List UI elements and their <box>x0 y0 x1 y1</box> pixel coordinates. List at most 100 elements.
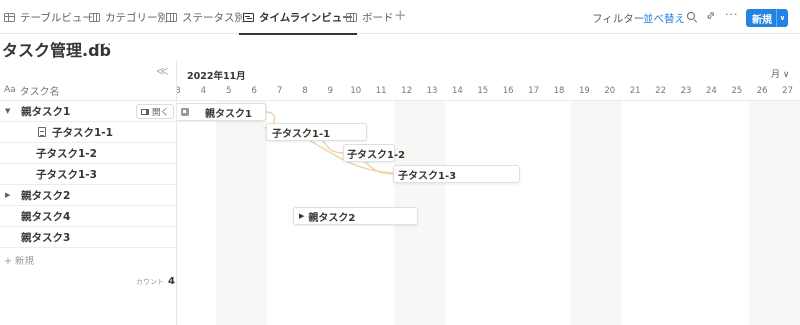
more-options-button[interactable]: ··· <box>725 8 739 21</box>
add-new-row-button[interactable]: + 新規 <box>4 253 34 267</box>
table-row[interactable]: 子タスク1-1 <box>0 122 176 143</box>
open-page-button[interactable]: 開く <box>136 104 174 119</box>
board-icon <box>346 12 357 22</box>
row-title: 子タスク1-2 <box>36 147 97 160</box>
toggle-open-icon[interactable]: ▼ <box>5 107 10 115</box>
view-tab-bar: テーブルビュー カテゴリー別 ステータス別 タイムラインビュー ボード + フィ… <box>0 0 800 35</box>
board-icon <box>166 12 177 22</box>
open-label: 開く <box>152 107 170 118</box>
page-icon <box>181 108 189 116</box>
tab-status[interactable]: ステータス別 <box>166 0 245 34</box>
tab-label: タイムラインビュー <box>259 11 353 24</box>
bar-label: 子タスク1-2 <box>347 149 406 161</box>
open-panel-icon <box>141 108 149 115</box>
new-button-label: 新規 <box>752 14 772 26</box>
day-label: 10 <box>350 86 362 96</box>
task-table: Aa タスク名 ▼ 親タスク1 開く 子タスク1-1 子タスク1-2 子タスク1… <box>0 60 177 325</box>
row-title: 子タスク1-3 <box>36 168 97 181</box>
filter-button[interactable]: フィルター <box>592 11 644 26</box>
table-icon <box>4 12 15 22</box>
sort-button[interactable]: 並べ替え <box>643 11 685 26</box>
day-label: 23 <box>680 86 692 96</box>
day-label: 19 <box>578 86 590 96</box>
day-label: 4 <box>200 86 207 96</box>
tab-label: ステータス別 <box>182 11 245 24</box>
timeline-bar-parent-task-2[interactable]: ▶ 親タスク2 <box>293 207 418 225</box>
timeline-bar-child-task-1-2[interactable]: 子タスク1-2 <box>343 144 405 162</box>
day-label: 6 <box>251 86 257 96</box>
day-label: 25 <box>731 86 743 96</box>
row-title: 親タスク3 <box>21 231 71 244</box>
day-header-row: 3 4 5 6 7 8 9 10 11 12 13 14 15 16 17 18 19 20 21 22 23 24 25 2… <box>177 80 800 101</box>
day-label: 26 <box>756 86 768 96</box>
table-row[interactable]: ▼ 親タスク1 開く <box>0 101 176 122</box>
timeline-area[interactable]: 2022年11月 月 ∨ 3 4 5 6 7 8 9 10 11 12 13 14 15 16 17 18 19… <box>177 60 800 325</box>
day-label: 15 <box>477 86 489 96</box>
table-row[interactable]: 親タスク4 <box>0 206 176 227</box>
toggle-closed-icon[interactable]: ▶ <box>5 191 10 199</box>
add-view-button[interactable]: + <box>394 8 407 23</box>
row-title: 子タスク1-1 <box>52 126 113 139</box>
row-title: 親タスク1 <box>21 105 71 118</box>
tab-category[interactable]: カテゴリー別 <box>89 0 168 34</box>
tab-board[interactable]: ボード <box>346 0 394 34</box>
day-label: 9 <box>327 86 334 96</box>
collapse-table-icon[interactable]: ≪ <box>156 64 169 78</box>
day-label: 3 <box>177 86 181 96</box>
time-scale-selector[interactable]: 月 ∨ <box>771 67 789 80</box>
search-icon[interactable] <box>687 12 695 20</box>
bar-label: 子タスク1-3 <box>398 170 457 182</box>
row-title: 親タスク2 <box>21 189 71 202</box>
tab-label: テーブルビュー <box>20 11 93 24</box>
day-label: 12 <box>401 86 412 96</box>
day-label: 13 <box>426 86 438 96</box>
timeline-bar-child-task-1-3[interactable]: 子タスク1-3 <box>393 165 520 183</box>
day-label: 14 <box>451 86 463 96</box>
day-label: 17 <box>528 86 539 96</box>
tab-label: ボード <box>362 11 394 24</box>
day-label: 5 <box>226 86 232 96</box>
new-button[interactable]: 新規 ∨ <box>746 9 788 27</box>
day-label: 8 <box>302 86 308 96</box>
column-header-task-name[interactable]: Aa タスク名 <box>0 80 176 101</box>
day-label: 7 <box>276 86 283 96</box>
day-label: 27 <box>782 86 793 96</box>
weekend-shade <box>216 101 267 325</box>
toggle-closed-icon[interactable]: ▶ <box>299 212 304 220</box>
day-label: 20 <box>604 86 616 96</box>
day-label: 16 <box>502 86 514 96</box>
title-more-button[interactable]: ··· <box>97 38 112 53</box>
table-row[interactable]: 子タスク1-2 <box>0 143 176 164</box>
table-row[interactable]: 親タスク3 <box>0 227 176 248</box>
database-title[interactable]: タスク管理.db <box>2 37 111 61</box>
weekend-shade <box>749 101 800 325</box>
bar-label: 子タスク1-1 <box>272 128 331 140</box>
text-property-icon: Aa <box>4 85 16 95</box>
row-title: 親タスク4 <box>21 210 71 223</box>
expand-icon[interactable]: ⇔ <box>703 8 719 24</box>
bar-label: 親タスク2 <box>308 212 356 224</box>
count-value: 4 <box>168 276 175 287</box>
weekend-shade <box>571 101 622 325</box>
day-label: 11 <box>375 86 387 96</box>
day-label: 22 <box>655 86 666 96</box>
day-label: 24 <box>705 86 717 96</box>
timeline-bar-child-task-1-1[interactable]: 子タスク1-1 <box>266 123 367 141</box>
day-label: 18 <box>553 86 565 96</box>
timeline-icon <box>243 12 254 22</box>
bar-label: 親タスク1 <box>205 108 252 120</box>
document-icon <box>38 127 46 137</box>
dependency-line <box>362 159 396 175</box>
chevron-down-icon[interactable]: ∨ <box>776 9 788 27</box>
table-row[interactable]: 子タスク1-3 <box>0 164 176 185</box>
board-icon <box>89 12 100 22</box>
row-count[interactable]: カウント 4 <box>136 276 175 287</box>
tab-label: カテゴリー別 <box>105 11 168 24</box>
tab-table-view[interactable]: テーブルビュー <box>4 0 93 34</box>
day-label: 21 <box>629 86 641 96</box>
column-header-label: タスク名 <box>19 86 60 98</box>
tab-timeline-view[interactable]: タイムラインビュー <box>239 0 357 35</box>
timeline-bar-parent-task-1[interactable]: 親タスク1 <box>177 103 266 121</box>
count-label: カウント <box>136 278 164 286</box>
table-row[interactable]: ▶ 親タスク2 <box>0 185 176 206</box>
